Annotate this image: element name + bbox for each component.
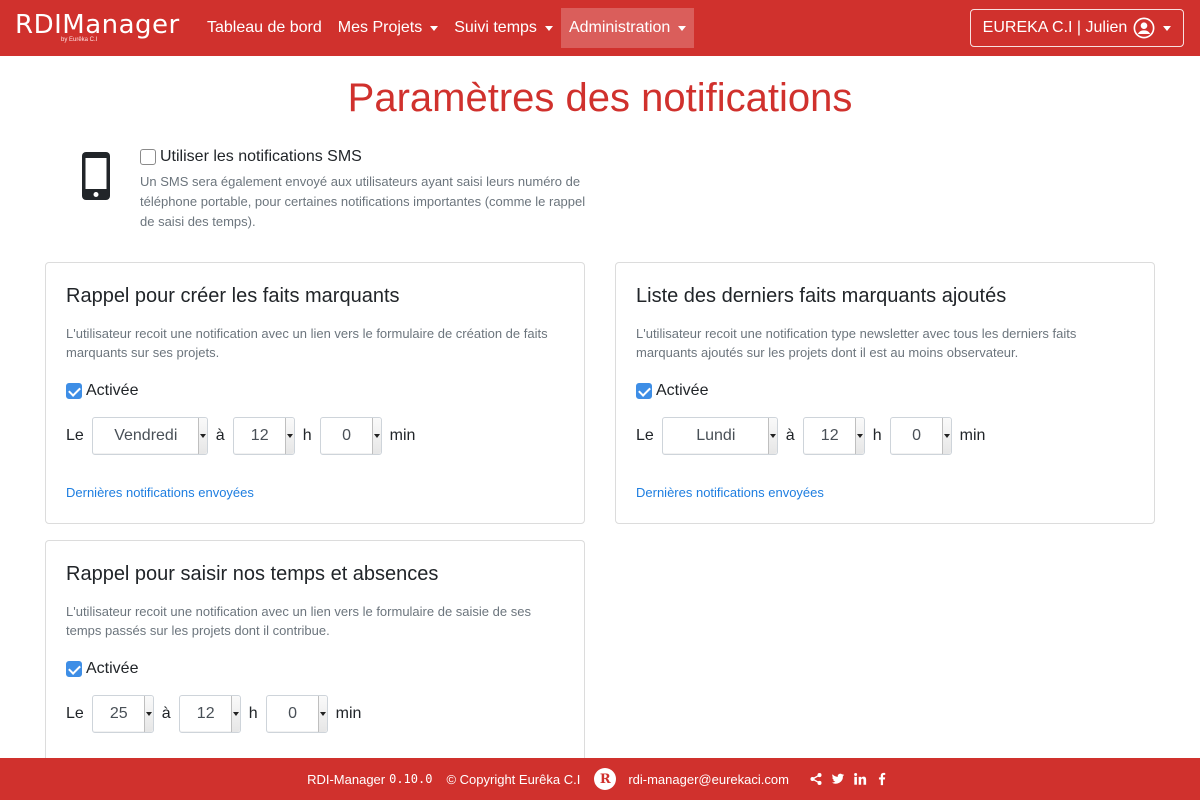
- nav-item-label: Administration: [568, 19, 671, 36]
- nav-item-label: Suivi temps: [454, 19, 537, 36]
- hour-select[interactable]: 12: [178, 695, 241, 733]
- nav-item-time-tracking[interactable]: Suivi temps: [446, 8, 561, 48]
- footer-copyright: © Copyright Eurêka C.I: [446, 771, 581, 787]
- last-notifications-link[interactable]: Dernières notifications envoyées: [636, 485, 824, 500]
- hour-unit-label: h: [248, 705, 258, 722]
- hour-unit-label: h: [872, 427, 882, 444]
- social-links: [805, 772, 893, 786]
- schedule-row: Le 25 à 12 h 0 min: [66, 695, 361, 733]
- active-option: Activée: [66, 381, 138, 401]
- select-arrow-icon: [371, 418, 381, 454]
- brand-logo[interactable]: RDIManager by Eurêka C.I: [15, 10, 185, 46]
- active-option: Activée: [66, 659, 138, 679]
- nav-item-dashboard[interactable]: Tableau de bord: [199, 8, 330, 48]
- schedule-prefix-label: Le: [66, 705, 84, 722]
- caret-down-icon: [678, 25, 687, 31]
- day-of-month-select[interactable]: 25: [91, 695, 154, 733]
- card-latest-highlights: Liste des derniers faits marquants ajout…: [615, 262, 1155, 524]
- select-arrow-icon: [854, 418, 864, 454]
- footer: RDI-Manager 0.10.0 © Copyright Eurêka C.…: [0, 758, 1200, 800]
- share-icon[interactable]: [809, 772, 823, 786]
- active-checkbox[interactable]: [66, 383, 82, 399]
- select-arrow-icon: [317, 696, 327, 732]
- footer-version: 0.10.0: [389, 772, 433, 786]
- footer-email-link[interactable]: rdi-manager@eurekaci.com: [628, 772, 789, 787]
- eureka-logo-icon: R: [594, 768, 617, 790]
- active-checkbox-label[interactable]: Activée: [86, 660, 138, 678]
- card-description: L'utilisateur recoit une notification ty…: [636, 326, 1077, 360]
- at-label: à: [215, 427, 225, 444]
- nav-item-label: Tableau de bord: [207, 19, 322, 36]
- card-description: L'utilisateur recoit une notification av…: [66, 326, 548, 360]
- at-label: à: [785, 427, 795, 444]
- card-title: Rappel pour saisir nos temps et absences: [66, 563, 439, 585]
- hour-select[interactable]: 12: [802, 417, 865, 455]
- main-nav: Tableau de bord Mes Projets Suivi temps …: [199, 8, 695, 48]
- linkedin-icon[interactable]: [853, 772, 867, 786]
- day-select-value: Vendredi: [114, 427, 178, 444]
- select-arrow-icon: [230, 696, 240, 732]
- last-notifications-link[interactable]: Dernières notifications envoyées: [66, 485, 254, 500]
- select-arrow-icon: [197, 418, 207, 454]
- card-description: L'utilisateur recoit une notification av…: [66, 604, 531, 638]
- day-select-value: Lundi: [696, 427, 736, 444]
- twitter-icon[interactable]: [831, 772, 845, 786]
- top-navbar: RDIManager by Eurêka C.I Tableau de bord…: [0, 0, 1200, 56]
- schedule-row: Le Lundi à 12 h 0 min: [636, 417, 985, 455]
- active-option: Activée: [636, 381, 708, 401]
- brand-tagline: by Eurêka C.I: [61, 37, 98, 43]
- minute-select[interactable]: 0: [319, 417, 382, 455]
- footer-app-name: RDI-Manager: [307, 771, 386, 787]
- select-arrow-icon: [767, 418, 777, 454]
- nav-item-projects[interactable]: Mes Projets: [330, 8, 446, 48]
- nav-item-administration[interactable]: Administration: [560, 8, 695, 48]
- day-select[interactable]: Vendredi: [91, 417, 208, 455]
- caret-down-icon: [430, 25, 439, 31]
- select-arrow-icon: [143, 696, 153, 732]
- user-avatar-icon: [1133, 17, 1155, 39]
- page-title: Paramètres des notifications: [347, 76, 853, 120]
- card-title: Rappel pour créer les faits marquants: [66, 285, 400, 307]
- caret-down-icon: [1163, 25, 1172, 31]
- brand-name-rdi: RDI: [15, 10, 63, 40]
- sms-option: Utiliser les notifications SMS: [140, 146, 362, 168]
- minute-select[interactable]: 0: [889, 417, 952, 455]
- schedule-row: Le Vendredi à 12 h 0 min: [66, 417, 415, 455]
- select-arrow-icon: [941, 418, 951, 454]
- hour-unit-label: h: [302, 427, 312, 444]
- minute-unit-label: min: [389, 427, 416, 444]
- facebook-icon[interactable]: [875, 772, 889, 786]
- user-menu-button[interactable]: EUREKA C.I | Julien: [970, 9, 1184, 47]
- card-title: Liste des derniers faits marquants ajout…: [636, 285, 1007, 307]
- sms-checkbox[interactable]: [140, 149, 156, 165]
- day-select[interactable]: Lundi: [661, 417, 778, 455]
- active-checkbox-label[interactable]: Activée: [86, 382, 138, 400]
- brand-name-manager: Manager: [62, 10, 180, 40]
- user-menu-label: EUREKA C.I | Julien: [982, 19, 1128, 36]
- schedule-prefix-label: Le: [636, 427, 654, 444]
- mobile-phone-icon: [82, 152, 110, 200]
- minute-select[interactable]: 0: [265, 695, 328, 733]
- caret-down-icon: [544, 25, 553, 31]
- card-time-entry-reminder: Rappel pour saisir nos temps et absences…: [45, 540, 585, 780]
- eureka-logo-letter: R: [599, 771, 611, 787]
- hour-select[interactable]: 12: [232, 417, 295, 455]
- sms-checkbox-label[interactable]: Utiliser les notifications SMS: [160, 148, 362, 166]
- active-checkbox[interactable]: [66, 661, 82, 677]
- at-label: à: [161, 705, 171, 722]
- active-checkbox[interactable]: [636, 383, 652, 399]
- select-arrow-icon: [284, 418, 294, 454]
- schedule-prefix-label: Le: [66, 427, 84, 444]
- nav-item-label: Mes Projets: [337, 19, 423, 36]
- active-checkbox-label[interactable]: Activée: [656, 382, 708, 400]
- sms-description: Un SMS sera également envoyé aux utilisa…: [140, 174, 586, 229]
- minute-unit-label: min: [959, 427, 986, 444]
- card-highlights-reminder: Rappel pour créer les faits marquants L'…: [45, 262, 585, 524]
- minute-unit-label: min: [335, 705, 362, 722]
